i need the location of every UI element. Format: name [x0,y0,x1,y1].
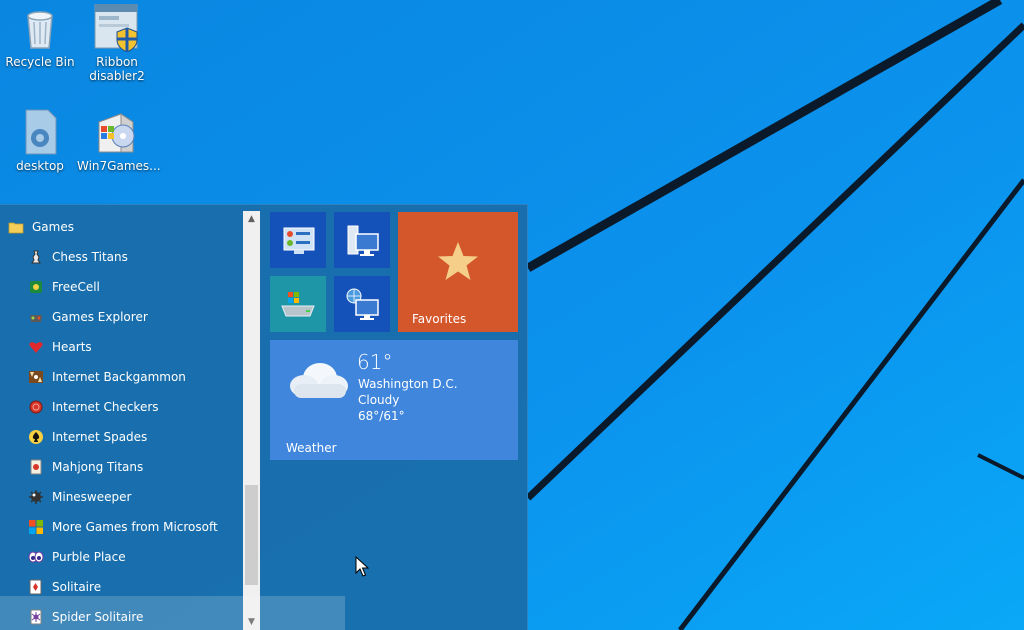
desktop-icon-ribbon-disabler[interactable]: Ribbon disabler2 [77,3,157,83]
list-item-games-explorer[interactable]: Games Explorer [0,302,243,332]
list-item-internet-checkers[interactable]: Internet Checkers [0,392,243,422]
tile-favorites[interactable]: Favorites [398,212,518,332]
scroll-up-arrow[interactable]: ▲ [243,211,260,228]
cards-icon [28,279,44,295]
folder-icon [8,219,24,235]
config-file-icon [16,108,64,156]
tile-store-drive[interactable] [270,276,326,332]
tile-favorites-label: Favorites [412,312,467,326]
list-item-label: More Games from Microsoft [52,520,218,534]
list-item-label: Games [32,220,74,234]
control-panel-icon [283,227,315,254]
solitaire-icon [28,579,44,595]
app-list-scrollbar[interactable]: ▲ ▼ [243,211,260,630]
network-icon [346,288,379,320]
app-list: Games Chess Titans FreeCell Games Explor… [0,205,243,630]
list-item-chess-titans[interactable]: Chess Titans [0,242,243,272]
desktop-icon-label: Ribbon disabler2 [89,55,145,83]
checkers-icon [28,399,44,415]
tile-weather-label: Weather [286,441,337,455]
weather-range: 68°/61° [358,409,405,423]
desktop-icon-desktop[interactable]: desktop [0,108,80,173]
mine-icon [28,489,44,505]
games-explorer-icon [28,309,44,325]
chess-icon [28,249,44,265]
list-item-more-games[interactable]: More Games from Microsoft [0,512,243,542]
store-drive-icon [281,292,315,317]
shield-app-icon [93,3,141,53]
scroll-thumb[interactable] [245,485,258,585]
list-item-label: Solitaire [52,580,102,594]
hearts-icon [28,339,44,355]
tile-network[interactable] [334,276,390,332]
cloud-icon [290,363,348,398]
list-item-label: Internet Checkers [52,400,159,414]
recycle-bin-icon [16,4,64,52]
start-menu: Games Chess Titans FreeCell Games Explor… [0,204,528,630]
list-item-label: Chess Titans [52,250,128,264]
list-item-label: Games Explorer [52,310,148,324]
tile-control-panel[interactable] [270,212,326,268]
list-item-internet-spades[interactable]: Internet Spades [0,422,243,452]
desktop-icon-label: Win7Games... [77,159,161,173]
list-item-games-folder[interactable]: Games [0,212,243,242]
list-item-hearts[interactable]: Hearts [0,332,243,362]
computer-icon [347,225,379,256]
desktop-icon-win7games[interactable]: Win7Games... [77,108,161,173]
tile-computer[interactable] [334,212,390,268]
desktop-icon-label: Recycle Bin [5,55,75,69]
spades-icon [28,429,44,445]
list-item-label: Internet Backgammon [52,370,186,384]
list-item-internet-backgammon[interactable]: Internet Backgammon [0,362,243,392]
desktop-icon-label: desktop [16,159,64,173]
list-item-minesweeper[interactable]: Minesweeper [0,482,243,512]
tile-weather[interactable]: 61° Washington D.C. Cloudy 68°/61° Weath… [270,340,518,460]
weather-location: Washington D.C. [358,377,458,391]
mahjong-icon [28,459,44,475]
mouse-pointer-icon [355,556,369,577]
list-item-label: Internet Spades [52,430,148,444]
list-item-freecell[interactable]: FreeCell [0,272,243,302]
list-item-label: Mahjong Titans [52,460,144,474]
more-games-icon [28,519,44,535]
list-item-mahjong-titans[interactable]: Mahjong Titans [0,452,243,482]
installer-icon [93,108,141,156]
star-icon [438,242,478,280]
weather-condition: Cloudy [358,393,400,407]
list-item-label: Hearts [52,340,92,354]
list-item-label: FreeCell [52,280,100,294]
list-item-label: Minesweeper [52,490,132,504]
list-item-purble-place[interactable]: Purble Place [0,542,243,572]
backgammon-icon [28,369,44,385]
watermark-overlay [0,596,345,630]
desktop-icon-recycle-bin[interactable]: Recycle Bin [0,4,80,69]
purble-icon [28,549,44,565]
weather-temperature: 61° [357,350,393,374]
list-item-label: Purble Place [52,550,126,564]
